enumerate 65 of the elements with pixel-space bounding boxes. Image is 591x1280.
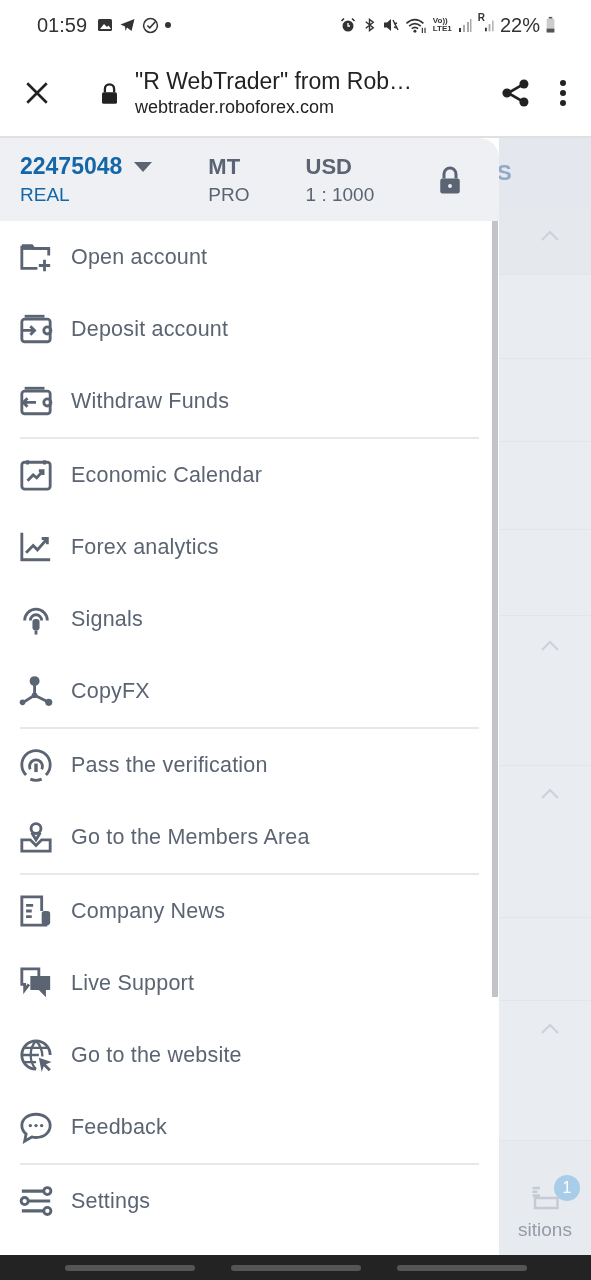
- chevron-up-icon: [540, 640, 560, 652]
- menu-item[interactable]: Company News: [0, 875, 479, 947]
- gallery-icon: [97, 17, 114, 33]
- status-time: 01:59: [37, 13, 88, 37]
- chevron-up-icon: [540, 788, 560, 800]
- scrollbar-thumb[interactable]: [492, 221, 498, 997]
- globe-cursor-icon: [19, 1038, 53, 1072]
- page-title: "R WebTrader" from Rob…: [135, 68, 414, 95]
- platform-label: MT: [208, 153, 242, 180]
- system-nav-handle[interactable]: [64, 1264, 195, 1271]
- system-nav-handle[interactable]: [396, 1264, 527, 1271]
- tab-label-fragment: S: [497, 160, 512, 186]
- menu-item[interactable]: Pass the verification: [0, 729, 479, 801]
- signal-icon: [484, 18, 494, 32]
- menu-item[interactable]: Go to the Members Area: [0, 801, 479, 873]
- close-icon: [24, 80, 50, 106]
- chevron-up-icon: [540, 1023, 560, 1035]
- account-selector[interactable]: 22475048: [20, 153, 153, 180]
- dot-icon: [165, 22, 172, 28]
- fingerprint-icon: [19, 748, 53, 782]
- news-icon: [19, 894, 53, 928]
- menu-item[interactable]: Withdraw Funds: [0, 365, 479, 437]
- wallet-arrow-icon: [19, 312, 53, 346]
- battery-percent: 22%: [499, 13, 540, 37]
- person-pin-icon: [19, 820, 53, 854]
- menu-item[interactable]: Forex analytics: [0, 511, 479, 583]
- volte-label: Vo)): [432, 17, 448, 25]
- alarm-icon: [339, 17, 356, 33]
- more-icon: [559, 79, 567, 107]
- menu-item[interactable]: Live Support: [0, 947, 479, 1019]
- signal-icon: [457, 18, 472, 32]
- count-badge: 1: [554, 1175, 580, 1201]
- check-circle-icon: [142, 16, 160, 34]
- menu-item[interactable]: Go to the website: [0, 1019, 479, 1091]
- menu-item[interactable]: Feedback: [0, 1091, 479, 1163]
- lock-icon: [100, 81, 119, 105]
- menu-item[interactable]: Economic Calendar: [0, 439, 479, 511]
- speech-bubble-icon: [19, 1110, 53, 1144]
- menu-item[interactable]: CopyFX: [0, 655, 479, 727]
- lock-icon: [438, 164, 462, 195]
- menu-item[interactable]: Deposit account: [0, 293, 479, 365]
- network-nodes-icon: [19, 674, 53, 708]
- calendar-chart-icon: [19, 458, 53, 492]
- tab-label-fragment: sitions: [518, 1219, 572, 1241]
- wallet-arrow-icon: [19, 384, 53, 418]
- page-url: webtrader.roboforex.com: [135, 97, 336, 118]
- platform-edition: PRO: [208, 183, 250, 206]
- caret-icon: [134, 161, 153, 172]
- line-chart-icon: [19, 530, 53, 564]
- menu-item[interactable]: Signals: [0, 583, 479, 655]
- system-nav-handle[interactable]: [230, 1264, 361, 1271]
- chevron-up-icon: [540, 230, 560, 242]
- battery-icon: [546, 16, 555, 34]
- menu-item[interactable]: Open account: [0, 221, 479, 293]
- roaming-label: R: [477, 12, 485, 23]
- chat-bubbles-icon: [19, 966, 53, 1000]
- wifi-icon: [404, 16, 427, 34]
- leverage-value: 1 : 1000: [305, 183, 375, 206]
- currency-label: USD: [305, 153, 353, 180]
- account-type: REAL: [20, 184, 71, 206]
- menu-item[interactable]: Settings: [0, 1165, 479, 1237]
- paper-plane-icon: [119, 17, 137, 33]
- settings-icon: [19, 1184, 53, 1218]
- lte-label: LTE1: [432, 25, 452, 33]
- muted-speaker-icon: [382, 17, 399, 33]
